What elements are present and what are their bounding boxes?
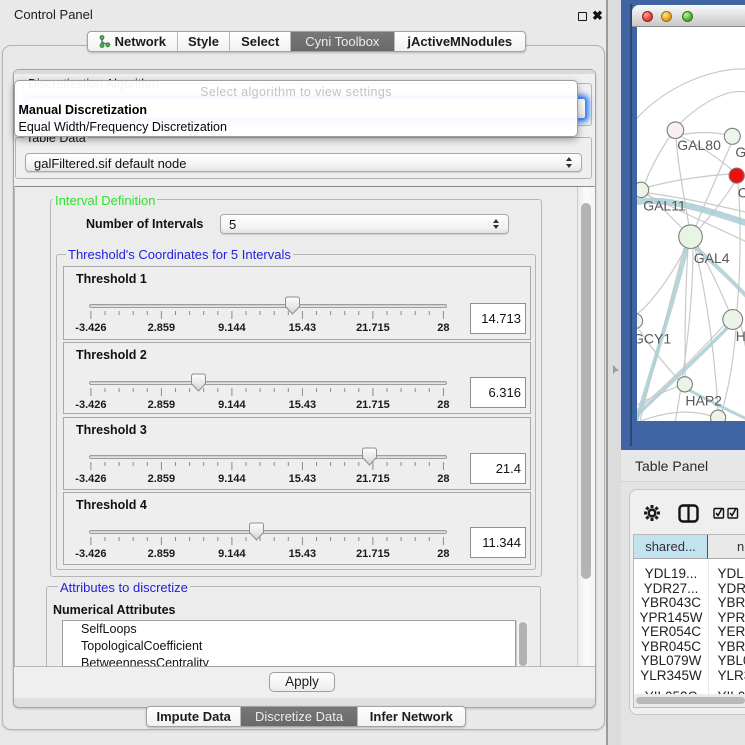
svg-text:HAP2: HAP2 <box>685 392 722 408</box>
svg-text:GAL80: GAL80 <box>677 137 721 153</box>
svg-text:GAL4: GAL4 <box>694 250 730 266</box>
svg-text:GCY1: GCY1 <box>637 331 671 347</box>
svg-text:GAL11: GAL11 <box>643 198 686 214</box>
svg-text:H: H <box>736 328 745 344</box>
svg-text:GA: GA <box>735 144 745 160</box>
svg-text:C: C <box>738 184 745 200</box>
